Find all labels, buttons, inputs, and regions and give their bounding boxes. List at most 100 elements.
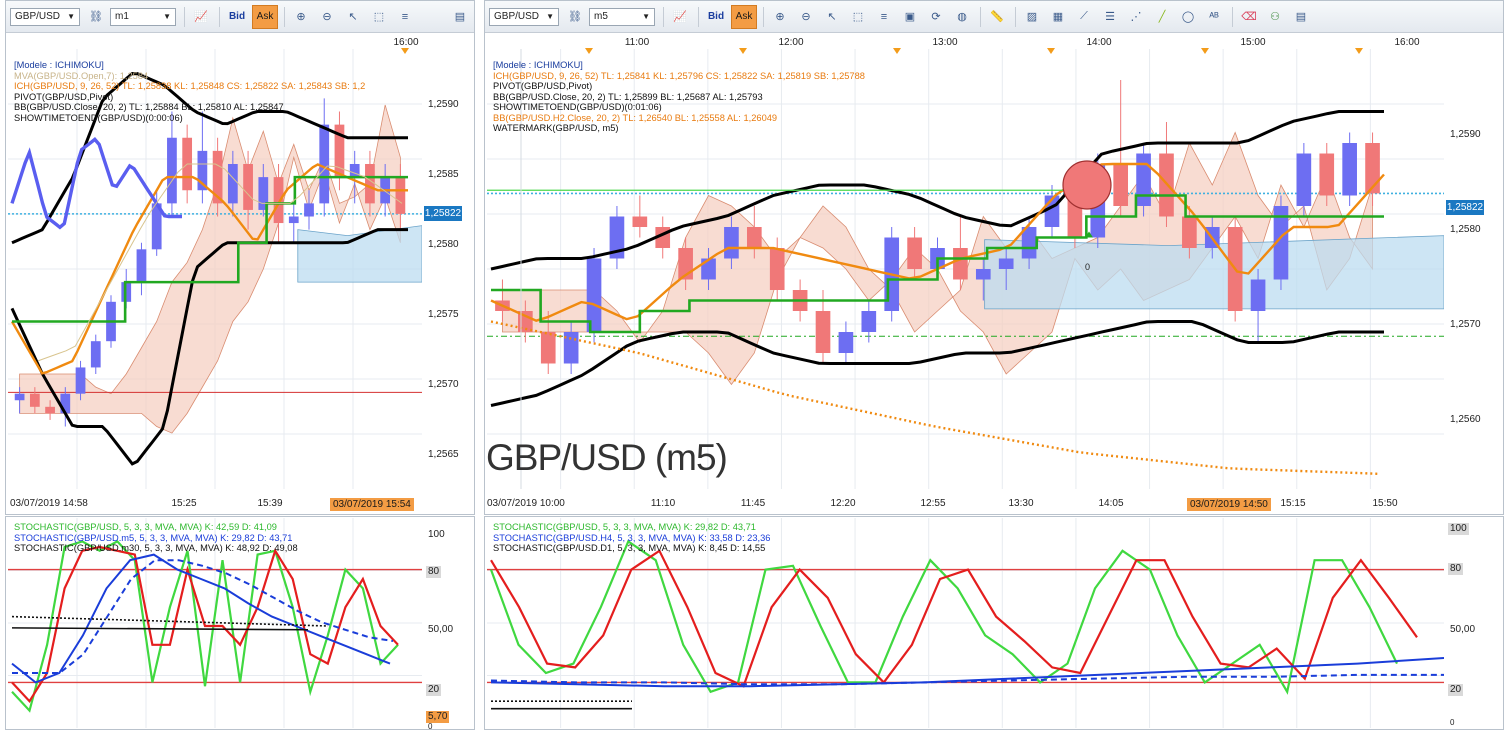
zoom-in-icon[interactable]: ⊕ xyxy=(768,5,792,29)
legend-line: [Modele : ICHIMOKU] xyxy=(493,60,583,70)
chart-settings-icon[interactable]: ▦ xyxy=(1046,5,1070,29)
candle-body xyxy=(861,311,877,332)
candle-body xyxy=(349,164,360,178)
stochastic-series-line xyxy=(489,539,1398,695)
zoom-box-icon[interactable]: ⬚ xyxy=(367,5,391,29)
legend-line: PIVOT(GBP/USD,Pivot) xyxy=(493,81,593,91)
toolbar-divider xyxy=(1015,6,1016,27)
text-tool-icon[interactable]: ᴬᴮ xyxy=(1202,5,1226,29)
zoom-box-icon[interactable]: ⬚ xyxy=(846,5,870,29)
legend-line: STOCHASTIC(GBP/USD.m5, 5, 3, 3, MVA, MVA… xyxy=(14,532,293,543)
network-icon[interactable]: ⚇ xyxy=(1263,5,1287,29)
osc-level-badge: 20 xyxy=(426,684,442,696)
left-chart-window: GBP/USD ▼ ⛓ m1 ▼ 📈 Bid Ask ⊕ ⊖ ↖ ⬚ ≡ ▤ 16:… xyxy=(5,0,475,515)
osc-level-badge: 20 xyxy=(1448,684,1464,696)
top-time-axis: 16:00 xyxy=(6,34,474,54)
candle-body xyxy=(746,227,762,248)
left-oscillator-window: STOCHASTIC(GBP/USD, 5, 3, 3, MVA, MVA) K… xyxy=(5,516,475,731)
price-tick: 1,2590 xyxy=(428,99,459,110)
candle-body xyxy=(304,203,314,217)
toolbar-divider xyxy=(980,6,981,27)
top-time-label: 16:00 xyxy=(393,37,419,48)
trendline-icon[interactable]: ╱ xyxy=(1150,5,1174,29)
refresh-icon[interactable]: ⟳ xyxy=(924,5,948,29)
top-time-label: 15:00 xyxy=(1240,37,1266,48)
ruler-icon[interactable]: 📏 xyxy=(985,5,1009,29)
price-tick: 1,2585 xyxy=(428,169,459,180)
candle-body xyxy=(953,248,968,280)
fibonacci-icon[interactable]: ⟋ xyxy=(1072,5,1096,29)
legend-line: STOCHASTIC(GBP/USD, 5, 3, 3, MVA, MVA) K… xyxy=(14,522,277,532)
candle-body xyxy=(724,227,739,259)
bottom-time-label: 15:15 xyxy=(1280,498,1306,509)
zoom-out-icon[interactable]: ⊖ xyxy=(794,5,818,29)
right-chart-window: GBP/USD ▼ ⛓ m5 ▼ 📈 Bid Ask ⊕ ⊖ ↖ ⬚ ≡ ▣ ⟳ ◍… xyxy=(484,0,1504,515)
bid-button[interactable]: Bid xyxy=(224,5,250,29)
cursor-icon[interactable]: ↖ xyxy=(341,5,365,29)
candle-body xyxy=(1113,164,1129,206)
chevron-down-icon: ▼ xyxy=(642,12,650,21)
cursor-icon[interactable]: ↖ xyxy=(820,5,844,29)
candle-body xyxy=(227,164,238,204)
globe-icon[interactable]: ◍ xyxy=(950,5,974,29)
bottom-time-label: 14:05 xyxy=(1098,498,1124,509)
indicator-icon[interactable]: ≡ xyxy=(872,5,896,29)
link-icon[interactable]: ⛓ xyxy=(563,5,587,29)
template-icon[interactable]: ▣ xyxy=(898,5,922,29)
ellipse-icon[interactable]: ◯ xyxy=(1176,5,1200,29)
bid-button[interactable]: Bid xyxy=(703,5,729,29)
price-tick: 1,2580 xyxy=(1450,224,1481,235)
legend-line: SHOWTIMETOEND(GBP/USD)(0:01:06) xyxy=(493,102,662,112)
candle-body xyxy=(1250,279,1266,311)
bottom-time-label: 03/07/2019 10:00 xyxy=(487,498,565,509)
top-time-label: 11:00 xyxy=(624,37,650,48)
symbol-select[interactable]: GBP/USD ▼ xyxy=(489,7,559,26)
fan-icon[interactable]: ⋰ xyxy=(1124,5,1148,29)
left-osc-axis: 100 80 50,00 20 5,70 0 xyxy=(424,518,472,731)
candle-body xyxy=(907,237,922,269)
candle-body xyxy=(319,124,330,204)
bollinger-lower xyxy=(490,320,1384,407)
toolbar-menu-icon[interactable]: ▤ xyxy=(448,5,472,29)
candle-body xyxy=(975,269,991,280)
timeframe-select[interactable]: m5 ▼ xyxy=(589,7,655,26)
legend-line: STOCHASTIC(GBP/USD, 5, 3, 3, MVA, MVA) K… xyxy=(493,522,756,532)
horizontal-lines-icon[interactable]: ☰ xyxy=(1098,5,1122,29)
toolbar-divider xyxy=(1232,6,1233,27)
osc-level-badge: 80 xyxy=(1448,563,1464,575)
top-time-label: 13:00 xyxy=(932,37,958,48)
toolbar-divider xyxy=(698,6,699,27)
signal-circle-marker xyxy=(1062,160,1112,210)
eraser-icon[interactable]: ⌫ xyxy=(1237,5,1261,29)
legend-line: STOCHASTIC(GBP/USD.D1, 5, 3, 3, MVA, MVA… xyxy=(493,543,766,553)
zoom-in-icon[interactable]: ⊕ xyxy=(289,5,313,29)
left-osc-legend: STOCHASTIC(GBP/USD, 5, 3, 3, MVA, MVA) K… xyxy=(14,522,298,554)
symbol-select[interactable]: GBP/USD ▼ xyxy=(10,7,80,26)
candle-body xyxy=(540,332,556,364)
indicator-icon[interactable]: ≡ xyxy=(393,5,417,29)
legend-line: ICH(GBP/USD, 9, 26, 52) TL: 1,25841 KL: … xyxy=(493,70,865,81)
chart-type-icon[interactable]: 📈 xyxy=(189,5,213,29)
candle-body xyxy=(167,137,177,204)
candle-body xyxy=(273,177,284,224)
chart-type-icon[interactable]: 📈 xyxy=(668,5,692,29)
osc-level-badge: 100 xyxy=(1448,523,1469,535)
zoom-out-icon[interactable]: ⊖ xyxy=(315,5,339,29)
price-tick: 1,2560 xyxy=(1450,414,1481,425)
legend-line: STOCHASTIC(GBP/USD.m30, 5, 3, 3, MVA, MV… xyxy=(14,543,298,553)
toolbar-menu-icon[interactable]: ▤ xyxy=(1289,5,1313,29)
candle-body xyxy=(365,164,375,204)
bottom-time-label: 12:55 xyxy=(920,498,946,509)
ask-button[interactable]: Ask xyxy=(252,4,278,29)
timeframe-select[interactable]: m1 ▼ xyxy=(110,7,176,26)
link-icon[interactable]: ⛓ xyxy=(84,5,108,29)
osc-level-badge: 80 xyxy=(426,566,442,578)
candle-body xyxy=(29,393,40,407)
candle-body xyxy=(395,177,406,214)
toolbar-divider xyxy=(763,6,764,27)
ask-button[interactable]: Ask xyxy=(731,4,757,29)
chevron-down-icon: ▼ xyxy=(546,12,554,21)
image-icon[interactable]: ▨ xyxy=(1020,5,1044,29)
candle-body xyxy=(288,216,299,224)
price-tick: 1,2575 xyxy=(428,309,459,320)
